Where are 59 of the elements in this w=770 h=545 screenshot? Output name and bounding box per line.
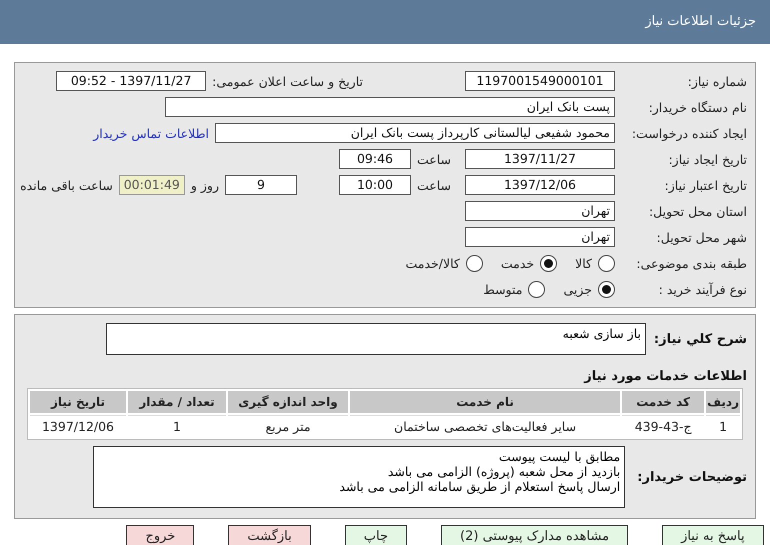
table-cell: سایر فعالیت‌های تخصصی ساختمان: [350, 415, 620, 437]
notes-line: مطابق با لیست پیوست: [498, 449, 620, 464]
field-label: روز و: [190, 178, 219, 192]
radio-label: کالا/خدمت: [405, 256, 460, 270]
field-label: نوع فرآیند خرید :: [658, 282, 747, 296]
radio-button[interactable]: [598, 254, 615, 272]
field-value: 1397/11/27 - 09:52: [56, 71, 206, 91]
field-value: 1397/12/06: [465, 175, 615, 195]
column-header: نام خدمت: [350, 391, 620, 413]
table-cell: ج-43-439: [622, 415, 704, 437]
field-label: ساعت: [416, 152, 451, 166]
description-label: شرح کلي نياز:: [652, 332, 748, 346]
description-field: باز سازی شعبه: [106, 323, 646, 355]
action-button[interactable]: بازگشت: [228, 525, 311, 545]
radio-label: جزیی: [563, 282, 592, 296]
field-label: نام دستگاه خریدار:: [648, 100, 747, 114]
radio-button[interactable]: [540, 254, 558, 272]
page-header: جزئیات اطلاعات نیاز: [0, 0, 770, 44]
radio-label: متوسط: [483, 282, 522, 296]
radio-button[interactable]: [466, 254, 483, 272]
field-label: ایجاد کننده درخواست:: [630, 126, 747, 140]
notes-label: توضیحات خریدار:: [637, 470, 748, 484]
column-header: تعداد / مقدار: [128, 391, 226, 413]
field-value: 9: [224, 175, 297, 195]
field-label: تاریخ و ساعت اعلان عمومی:: [212, 74, 363, 88]
field-value: پست بانک ایران: [165, 97, 615, 117]
contact-link[interactable]: اطلاعات تماس خریدار: [93, 126, 209, 140]
radio-button[interactable]: [528, 280, 546, 298]
field-value: 09:46: [338, 149, 411, 169]
action-button[interactable]: خروج: [126, 525, 194, 545]
field-value: 1197001549000101: [465, 71, 615, 91]
field-label: شماره نیاز:: [686, 74, 747, 88]
field-label: ساعت باقی مانده: [20, 178, 113, 192]
action-button[interactable]: پاسخ به نیاز: [662, 525, 764, 545]
section-title: اطلاعات خدمات مورد نیاز: [582, 368, 748, 386]
action-button[interactable]: چاپ: [344, 525, 407, 545]
column-header: تاریخ نیاز: [30, 391, 126, 413]
radio-button[interactable]: [598, 280, 615, 298]
column-header: ردیف: [706, 391, 740, 413]
column-header: کد خدمت: [622, 391, 704, 413]
notes-line: بازدید از محل شعبه (پروژه) الزامی می باشد: [386, 464, 620, 479]
field-value: تهران: [465, 201, 615, 221]
table-cell: متر مربع: [228, 415, 348, 437]
field-value: 1397/11/27: [465, 149, 615, 169]
notes-line: ارسال پاسخ استعلام از طریق سامانه الزامی می باشد: [338, 479, 620, 494]
countdown-value: 00:01:49: [118, 175, 185, 195]
radio-label: خدمت: [500, 256, 534, 270]
field-value: تهران: [465, 227, 615, 247]
field-label: تاریخ اعتبار نیاز:: [664, 178, 747, 192]
action-button[interactable]: مشاهده مدارک پیوستی (2): [441, 525, 628, 545]
radio-label: کالا: [575, 256, 592, 270]
field-value: محمود شفیعی لیالستانی کارپرداز پست بانک ایران: [215, 123, 615, 143]
field-label: طبقه بندی موضوعی:: [635, 256, 747, 270]
field-label: ساعت: [416, 178, 451, 192]
column-header: واحد اندازه گیری: [228, 391, 348, 413]
field-label: استان محل تحویل:: [648, 204, 747, 218]
field-label: شهر محل تحویل:: [656, 230, 747, 244]
field-value: 10:00: [338, 175, 411, 195]
field-label: تاریخ ایجاد نیاز:: [667, 152, 747, 166]
